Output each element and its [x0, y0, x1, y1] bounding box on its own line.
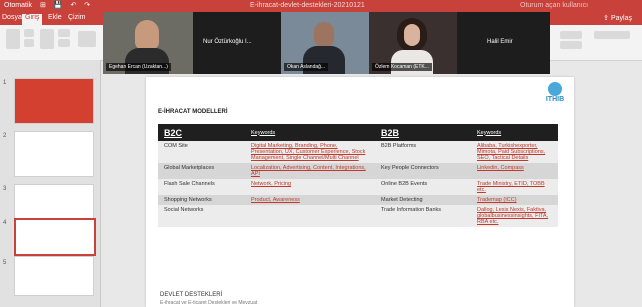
table-row: Social Networks Trade Information Banks …: [158, 205, 558, 227]
keywords-cell: [245, 205, 375, 227]
b2b-cell: Key People Connectors: [375, 163, 471, 179]
thumbnail-number: 4: [3, 220, 7, 226]
b2b-cell: Online B2B Events: [375, 179, 471, 195]
b2c-cell: Shopping Networks: [158, 195, 245, 205]
video-call-strip: Egehan Ercan (Uzaktan...) Nur Öztürkoğlu…: [103, 12, 550, 74]
replace-button[interactable]: [560, 41, 582, 49]
tab-draw[interactable]: Çizim: [68, 14, 86, 21]
keywords-cell: Product, Awareness: [245, 195, 375, 205]
save-icon[interactable]: 💾: [54, 2, 63, 9]
tab-insert[interactable]: Ekle: [48, 14, 62, 21]
keywords-cell: Dallog, Lexis Nexis, Faktiva, globalbusi…: [471, 205, 558, 227]
slide-canvas[interactable]: ITHIB E-İHRACAT MODELLERİ B2C Keywords B…: [146, 77, 574, 307]
table-row: COM Site Digital Marketing, Branding, Ph…: [158, 141, 558, 163]
participant-name: Özlem Kocaman (ETK...: [372, 63, 432, 71]
thumbnail-number: 1: [3, 80, 7, 86]
models-table: B2C Keywords B2B Keywords COM Site Digit…: [158, 124, 558, 227]
grid-icon[interactable]: ⊞: [40, 2, 46, 9]
b2b-cell: Market Detecting: [375, 195, 471, 205]
ithib-logo: ITHIB: [544, 82, 566, 108]
participant-face: [135, 20, 159, 50]
footer-title: DEVLET DESTEKLERİ: [160, 292, 223, 298]
participant-name: Okan Aslandağ...: [284, 63, 329, 71]
thumbnail-number: 2: [3, 133, 7, 139]
thumbnail-number: 5: [3, 260, 7, 266]
b2c-cell: COM Site: [158, 141, 245, 163]
slide-thumbnail[interactable]: [14, 256, 94, 296]
keywords-cell: Trademap (ICC): [471, 195, 558, 205]
slide-thumbnail[interactable]: [14, 131, 94, 177]
find-button[interactable]: [560, 31, 582, 39]
b2c-cell: Flash Sale Channels: [158, 179, 245, 195]
participant-tile[interactable]: Halil Emir: [457, 12, 550, 74]
header-keywords-b2b: Keywords: [471, 124, 558, 141]
autosave-toggle[interactable]: Otomatik: [4, 2, 32, 9]
tab-home[interactable]: Giriş: [22, 14, 43, 25]
quick-access-toolbar[interactable]: Otomatik ⊞ 💾 ↶ ↷: [4, 1, 96, 9]
undo-icon[interactable]: ↶: [70, 2, 76, 9]
table-row: Shopping Networks Product, Awareness Mar…: [158, 195, 558, 205]
dictate-button[interactable]: [594, 31, 630, 39]
slide-title: E-İHRACAT MODELLERİ: [158, 109, 228, 115]
keywords-cell: Linkedin, Compass: [471, 163, 558, 179]
redo-icon[interactable]: ↷: [84, 2, 90, 9]
b2c-cell: Global Marketplaces: [158, 163, 245, 179]
reset-button[interactable]: [58, 39, 70, 47]
slide-thumbnail-selected[interactable]: [14, 218, 96, 256]
participant-tile[interactable]: Nur Öztürkoğlu I...: [193, 12, 281, 74]
keywords-cell: Localization, Advertising, Content, Inte…: [245, 163, 375, 179]
table-row: Global Marketplaces Localization, Advert…: [158, 163, 558, 179]
paste-button[interactable]: [6, 29, 20, 49]
window-title: E-ihracat-devlet-destekleri-20210121: [250, 2, 365, 9]
layout-button[interactable]: [58, 29, 70, 37]
header-b2c: B2C: [158, 124, 245, 141]
header-keywords-b2c: Keywords: [245, 124, 375, 141]
section-button[interactable]: [78, 31, 96, 47]
participant-name: Egehan Ercan (Uzaktan...): [106, 63, 171, 71]
logo-globe-icon: [548, 82, 562, 96]
footer-subtitle: E-ihracat ve E-ticaret Destekleri ve Mev…: [160, 300, 258, 306]
b2c-cell: Social Networks: [158, 205, 245, 227]
share-button[interactable]: ⇪ Paylaş: [603, 14, 632, 22]
keywords-cell: Network, Pricing: [245, 179, 375, 195]
b2b-cell: B2B Platforms: [375, 141, 471, 163]
copy-button[interactable]: [24, 39, 34, 47]
share-label: Paylaş: [610, 15, 632, 22]
slide-thumbnail[interactable]: [14, 78, 94, 124]
participant-name: Halil Emir: [487, 39, 513, 45]
keywords-cell: Alibaba, Turkishexporter, Mimota, Paid S…: [471, 141, 558, 163]
keywords-cell: Digital Marketing, Branding, Phone, Pres…: [245, 141, 375, 163]
participant-tile[interactable]: Okan Aslandağ...: [281, 12, 369, 74]
header-b2b: B2B: [375, 124, 471, 141]
thumbnail-number: 3: [3, 186, 7, 192]
tab-file[interactable]: Dosya: [2, 14, 22, 21]
slide-thumbnail-pane: 1 2 3 4 5 6: [0, 60, 101, 307]
new-slide-button[interactable]: [40, 29, 54, 49]
participant-name: Nur Öztürkoğlu I...: [203, 39, 252, 45]
user-hint[interactable]: Oturum açan kullanıcı: [520, 2, 588, 9]
logo-text: ITHIB: [545, 96, 565, 103]
participant-tile[interactable]: Egehan Ercan (Uzaktan...): [103, 12, 193, 74]
participant-tile[interactable]: Özlem Kocaman (ETK...: [369, 12, 457, 74]
b2b-cell: Trade Information Banks: [375, 205, 471, 227]
cut-button[interactable]: [24, 29, 34, 37]
participant-face: [314, 22, 334, 48]
participant-face: [404, 24, 420, 46]
keywords-cell: Trade Ministry, ETID, TOBB etc.: [471, 179, 558, 195]
table-row: Flash Sale Channels Network, Pricing Onl…: [158, 179, 558, 195]
